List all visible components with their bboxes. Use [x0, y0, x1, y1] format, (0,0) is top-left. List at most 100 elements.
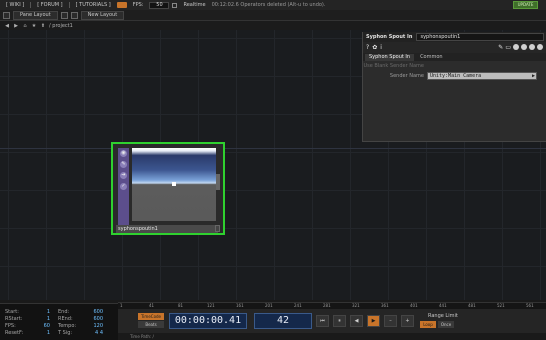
- tab-syphon-spout-in[interactable]: Syphon Spout In: [365, 54, 415, 61]
- back-arrow-icon[interactable]: ◀: [4, 23, 10, 29]
- ruler-tick: 401: [410, 303, 418, 308]
- clone-icon[interactable]: [513, 44, 519, 50]
- settings-icon[interactable]: [529, 44, 535, 50]
- menu-bar: [ WIKI ] [ FORUM ] [ TUTORIALS ] FPS: 50…: [0, 0, 546, 10]
- network-divider-line: [0, 148, 546, 149]
- info-row: RStart: 1: [5, 316, 50, 322]
- operator-name-field[interactable]: syphonspoutin1: [416, 33, 544, 41]
- pane-layout-button[interactable]: Pane Layout: [13, 10, 58, 20]
- wiki-link[interactable]: [ WIKI ]: [3, 2, 27, 8]
- sender-name-value: Unity:Main Camera: [430, 73, 482, 79]
- info-key: Tempo:: [58, 323, 77, 329]
- forum-link[interactable]: [ FORUM ]: [34, 2, 65, 8]
- rstart-value[interactable]: 1: [25, 316, 50, 322]
- beats-button[interactable]: Beats: [138, 321, 164, 328]
- info-key: End:: [58, 309, 70, 315]
- step-back-button[interactable]: ◀: [350, 315, 363, 327]
- timeline-ruler[interactable]: 1 41 81 121 161 201 241 281 321 361 401 441 481 521 56…: [118, 302, 546, 309]
- edit-pencil-icon[interactable]: ✎: [498, 44, 503, 51]
- sender-name-field[interactable]: Unity:Main Camera ▶: [427, 72, 537, 80]
- node-output-connector[interactable]: [216, 174, 220, 190]
- step-minus-button[interactable]: –: [384, 315, 397, 327]
- layout-grid-icon[interactable]: [60, 11, 68, 19]
- realtime-checkbox[interactable]: [172, 2, 178, 8]
- info-key: RStart:: [5, 316, 23, 322]
- param-label: Sender Name: [389, 73, 424, 79]
- info-row: T Sig: 4 4: [58, 330, 103, 336]
- loop-button[interactable]: Loop: [420, 321, 436, 328]
- expand-icon[interactable]: [537, 44, 543, 50]
- info-column-right: End: 600 REnd: 600 Tempo: 120 T Sig: 4 4: [58, 309, 103, 340]
- info-row: REnd: 600: [58, 316, 103, 322]
- node-display-icon[interactable]: ✓: [120, 183, 127, 190]
- python-help-icon[interactable]: ✿: [372, 44, 377, 51]
- node-viewer-image: [132, 148, 216, 221]
- ruler-tick: 1: [120, 303, 123, 308]
- tempo-value[interactable]: 120: [78, 323, 103, 329]
- pause-button[interactable]: ⏸: [333, 315, 346, 327]
- up-arrow-icon[interactable]: ⬆: [40, 23, 46, 29]
- info-column-left: Start: 1 RStart: 1 FPS: 60 ResetF: 1: [5, 309, 50, 340]
- operator-type: Syphon Spout In: [366, 34, 413, 40]
- help-icon[interactable]: ?: [366, 44, 369, 51]
- info-key: FPS:: [5, 323, 16, 329]
- info-row: FPS: 60: [5, 323, 50, 329]
- node-side-toolbar: ◉ ✎ ➔ ✓: [118, 148, 129, 226]
- transport-bar: TimeCode Beats 00:00:00.41 42 ⏮ ⏸ ◀ ▶ – …: [118, 309, 546, 333]
- syphon-spout-in-node[interactable]: ◉ ✎ ➔ ✓ syphonspoutin1: [111, 142, 225, 235]
- ruler-tick: 161: [236, 303, 244, 308]
- ruler-tick: 361: [381, 303, 389, 308]
- lock-icon[interactable]: [521, 44, 527, 50]
- ruler-tick: 561: [526, 303, 534, 308]
- node-arrow-icon[interactable]: ➔: [120, 172, 127, 179]
- divider: [30, 2, 32, 8]
- viewer-toggle-icon[interactable]: ◉: [120, 150, 127, 157]
- home-icon[interactable]: ⌂: [22, 23, 28, 29]
- param-label: Use Blank Sender Name: [363, 63, 424, 69]
- play-button[interactable]: ▶: [367, 315, 380, 327]
- comment-icon[interactable]: ▭: [505, 44, 511, 51]
- tutorials-link[interactable]: [ TUTORIALS ]: [73, 2, 114, 8]
- ruler-tick: 121: [207, 303, 215, 308]
- perform-mode-toggle[interactable]: [116, 2, 127, 8]
- bookmark-star-icon[interactable]: ★: [31, 23, 37, 29]
- ruler-tick: 441: [439, 303, 447, 308]
- resetf-value[interactable]: 1: [25, 330, 50, 336]
- tab-common[interactable]: Common: [416, 54, 447, 61]
- path-bar: ◀ ▶ ⌂ ★ ⬆ / project1: [0, 21, 546, 30]
- step-plus-button[interactable]: +: [401, 315, 414, 327]
- layout-split-icon[interactable]: [70, 11, 78, 19]
- node-edit-icon[interactable]: ✎: [120, 161, 127, 168]
- ruler-tick: 241: [294, 303, 302, 308]
- fps-field[interactable]: 50: [149, 1, 170, 9]
- dropdown-arrow-icon[interactable]: ▶: [532, 73, 535, 79]
- time-path: Time Path: /: [118, 333, 546, 340]
- timecode-button[interactable]: TimeCode: [138, 313, 164, 320]
- forward-arrow-icon[interactable]: ▶: [13, 23, 19, 29]
- update-button[interactable]: UPDATE: [513, 1, 538, 9]
- new-layout-button[interactable]: New Layout: [80, 10, 125, 20]
- rewind-button[interactable]: ⏮: [316, 315, 329, 327]
- info-row: ResetF: 1: [5, 330, 50, 336]
- rend-value[interactable]: 600: [78, 316, 103, 322]
- pane-menu-icon[interactable]: [3, 11, 10, 19]
- parameter-panel: Syphon Spout In syphonspoutin1 ? ✿ i ✎ ▭…: [362, 32, 546, 142]
- node-name-label: syphonspoutin1: [116, 225, 218, 233]
- end-value[interactable]: 600: [78, 309, 103, 315]
- start-value[interactable]: 1: [25, 309, 50, 315]
- parameter-tabs: Syphon Spout In Common: [363, 53, 546, 61]
- network-path[interactable]: / project1: [49, 23, 73, 29]
- fps-value[interactable]: 60: [25, 323, 50, 329]
- info-row: Tempo: 120: [58, 323, 103, 329]
- info-icon[interactable]: i: [380, 44, 382, 51]
- range-limit: Range Limit Loop Once: [420, 313, 458, 328]
- timecode-display[interactable]: 00:00:00.41: [169, 313, 247, 329]
- frame-display[interactable]: 42: [254, 313, 312, 329]
- node-flag-icon[interactable]: [215, 225, 220, 232]
- tsig-value[interactable]: 4 4: [78, 330, 103, 336]
- fps-label: FPS:: [132, 2, 144, 8]
- info-key: ResetF:: [5, 330, 24, 336]
- divider: [68, 2, 70, 8]
- once-button[interactable]: Once: [438, 321, 454, 328]
- param-row-sender-name: Sender Name Unity:Main Camera ▶: [363, 71, 546, 81]
